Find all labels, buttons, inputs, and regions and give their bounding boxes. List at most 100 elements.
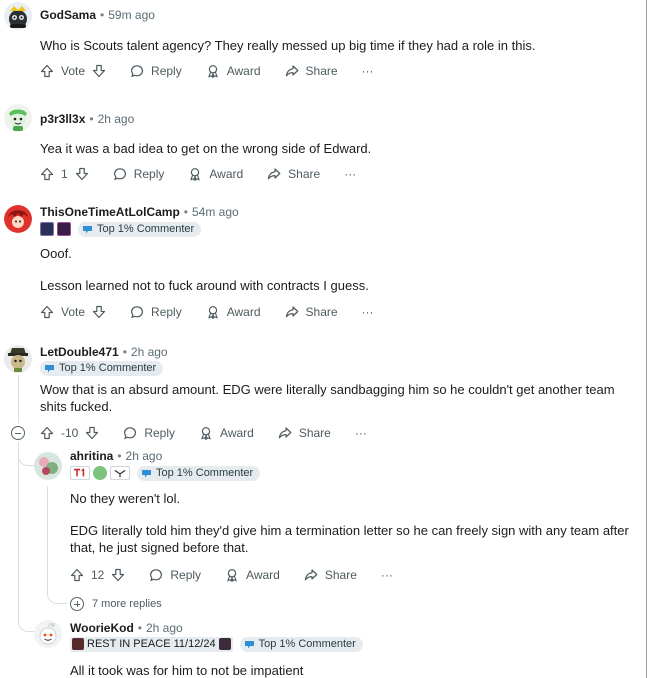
- flair-emoji-icon: [218, 638, 231, 650]
- collapse-thread-button[interactable]: [11, 426, 25, 440]
- downvote-button[interactable]: [75, 167, 89, 181]
- more-options-button[interactable]: ···: [362, 305, 374, 319]
- more-replies-label: 7 more replies: [92, 598, 162, 610]
- avatar[interactable]: [34, 620, 62, 648]
- comment-body: Ooof. Lesson learned not to fuck around …: [40, 245, 630, 294]
- vote-count: Vote: [61, 305, 86, 319]
- award-icon: [207, 306, 218, 319]
- avatar[interactable]: [4, 104, 32, 132]
- separator-dot: •: [137, 621, 142, 635]
- share-icon: [285, 306, 298, 318]
- author-name[interactable]: ahritina: [70, 449, 113, 463]
- text-flair: REST IN PEACE 11/12/24: [70, 636, 233, 652]
- comment-actions: 1 Reply Award Share ···: [40, 163, 356, 185]
- comment-meta: WoorieKod • 2h ago: [70, 619, 183, 637]
- more-options-icon: ···: [380, 568, 393, 582]
- flair-emoji-icon: [72, 638, 84, 650]
- comment-paragraph: Lesson learned not to fuck around with c…: [40, 278, 369, 293]
- downvote-icon: [75, 167, 88, 181]
- upvote-button[interactable]: [70, 568, 84, 582]
- reply-button[interactable]: Reply: [149, 568, 201, 582]
- commenter-badge-icon: [244, 640, 254, 648]
- timestamp[interactable]: 2h ago: [98, 112, 135, 126]
- comment-meta: GodSama • 59m ago: [40, 6, 155, 24]
- share-button[interactable]: Share: [278, 426, 331, 440]
- share-label: Share: [305, 305, 338, 319]
- author-name[interactable]: WoorieKod: [70, 621, 134, 635]
- downvote-icon: [112, 568, 125, 582]
- award-label: Award: [220, 426, 254, 440]
- comment-body: All it took was for him to not be impati…: [70, 662, 645, 678]
- more-options-button[interactable]: ···: [362, 64, 374, 78]
- upvote-button[interactable]: [40, 426, 54, 440]
- author-name[interactable]: LetDouble471: [40, 345, 119, 359]
- downvote-button[interactable]: [111, 568, 125, 582]
- more-options-icon: ···: [361, 64, 374, 78]
- more-options-button[interactable]: ···: [381, 568, 393, 582]
- award-label: Award: [226, 305, 261, 319]
- author-name[interactable]: GodSama: [40, 8, 96, 22]
- flair-lck-logo-icon: [110, 466, 130, 480]
- flair-emoji-icon: [40, 222, 54, 236]
- downvote-button[interactable]: [85, 426, 99, 440]
- avatar[interactable]: [4, 205, 32, 233]
- downvote-icon: [92, 305, 106, 319]
- timestamp[interactable]: 59m ago: [108, 8, 155, 22]
- award-button[interactable]: Award: [225, 568, 280, 582]
- comment-actions: Vote Reply Award Share ···: [40, 301, 374, 323]
- separator-dot: •: [122, 345, 127, 359]
- user-flair: REST IN PEACE 11/12/24 Top 1% Commenter: [70, 636, 363, 652]
- reply-button[interactable]: Reply: [130, 64, 182, 78]
- timestamp[interactable]: 2h ago: [146, 621, 183, 635]
- timestamp[interactable]: 54m ago: [192, 205, 239, 219]
- comment-meta: LetDouble471 • 2h ago: [40, 343, 168, 361]
- comment-body: Yea it was a bad idea to get on the wron…: [40, 140, 630, 157]
- comment-meta: ahritina • 2h ago: [70, 447, 162, 465]
- award-button[interactable]: Award: [188, 167, 243, 181]
- downvote-button[interactable]: [92, 305, 106, 319]
- share-button[interactable]: Share: [267, 167, 320, 181]
- reply-label: Reply: [170, 568, 202, 582]
- comment-paragraph: EDG literally told him they'd give him a…: [70, 523, 629, 555]
- comment-actions: -10 Reply Award Share ···: [40, 422, 367, 444]
- upvote-button[interactable]: [40, 167, 54, 181]
- downvote-button[interactable]: [92, 64, 106, 78]
- commenter-badge-icon: [45, 364, 54, 372]
- share-button[interactable]: Share: [304, 568, 357, 582]
- timestamp[interactable]: 2h ago: [131, 345, 168, 359]
- comment-actions: Vote Reply Award Share ···: [40, 60, 374, 82]
- avatar[interactable]: [34, 452, 62, 480]
- award-button[interactable]: Award: [199, 426, 254, 440]
- more-options-icon: ···: [344, 167, 357, 181]
- thread-line: [47, 486, 48, 592]
- thread-connector: [47, 588, 67, 604]
- flair-emoji-icon: [93, 466, 107, 480]
- award-button[interactable]: Award: [206, 305, 261, 319]
- award-button[interactable]: Award: [206, 64, 261, 78]
- share-button[interactable]: Share: [285, 64, 338, 78]
- flair-emoji-icon: [57, 222, 71, 236]
- more-replies-button[interactable]: 7 more replies: [70, 597, 162, 611]
- upvote-button[interactable]: [40, 305, 54, 319]
- page-edge: [646, 0, 647, 678]
- reply-button[interactable]: Reply: [113, 167, 164, 181]
- timestamp[interactable]: 2h ago: [126, 449, 163, 463]
- author-name[interactable]: ThisOneTimeAtLolCamp: [40, 205, 180, 219]
- reply-button[interactable]: Reply: [130, 305, 182, 319]
- more-options-icon: ···: [354, 426, 367, 440]
- reply-button[interactable]: Reply: [123, 426, 175, 440]
- upvote-icon: [40, 64, 54, 78]
- upvote-button[interactable]: [40, 64, 54, 78]
- downvote-icon: [86, 426, 99, 440]
- reply-icon: [150, 569, 163, 582]
- reply-icon: [131, 306, 144, 319]
- reply-label: Reply: [151, 64, 182, 78]
- share-button[interactable]: Share: [285, 305, 338, 319]
- more-options-button[interactable]: ···: [355, 426, 367, 440]
- avatar[interactable]: [4, 345, 32, 373]
- upvote-icon: [40, 305, 54, 319]
- separator-dot: •: [89, 112, 94, 126]
- avatar[interactable]: [4, 2, 32, 30]
- author-name[interactable]: p3r3ll3x: [40, 112, 85, 126]
- more-options-button[interactable]: ···: [344, 167, 356, 181]
